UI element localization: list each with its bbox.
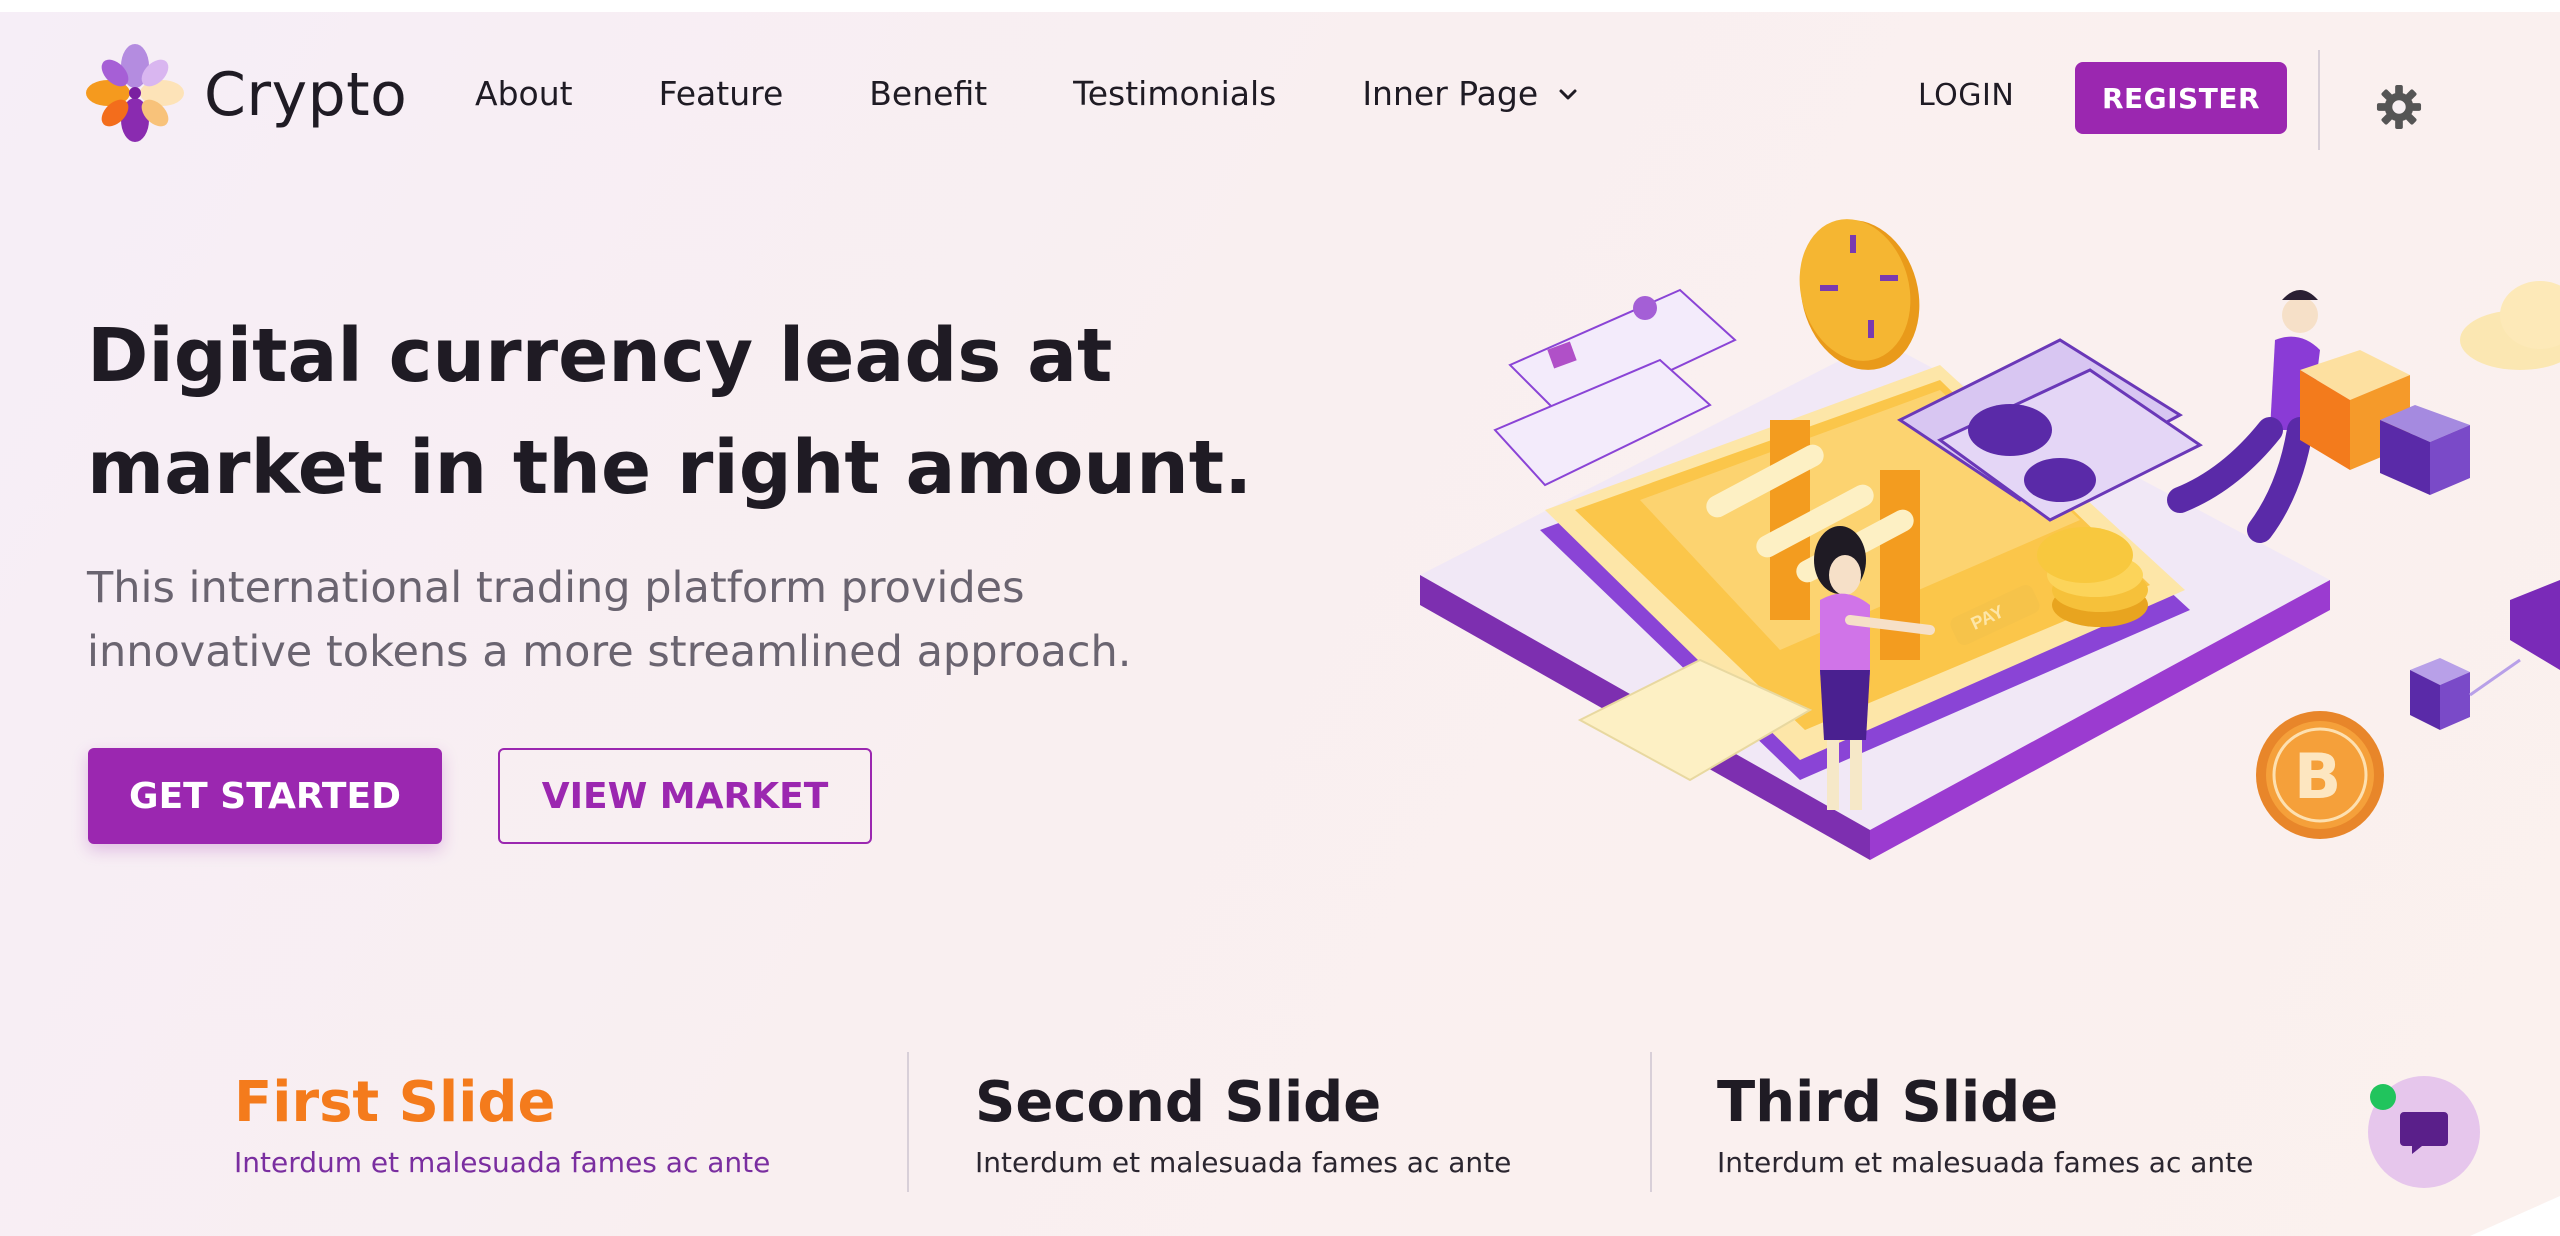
slide-text: Interdum et malesuada fames ac ante: [234, 1146, 771, 1179]
hero-title: Digital currency leads at market in the …: [87, 300, 1367, 524]
main-nav: About Feature Benefit Testimonials Inner…: [475, 74, 1666, 113]
nav-label: Inner Page: [1362, 74, 1539, 113]
nav-label: Feature: [658, 74, 784, 113]
corner-decoration: [2470, 1196, 2560, 1236]
hero-title-line: market in the right amount.: [87, 425, 1253, 511]
nav-item-about[interactable]: About: [475, 74, 573, 113]
flower-logo-icon[interactable]: [80, 38, 190, 148]
top-band: [0, 0, 2560, 12]
hero-title-line: Digital currency leads at: [87, 313, 1113, 399]
slide-title: Second Slide: [975, 1070, 1382, 1135]
hero-subtitle-line: This international trading platform prov…: [87, 563, 1025, 613]
hero-illustration: PAY B: [1420, 219, 2560, 860]
slide-title: First Slide: [234, 1070, 556, 1135]
nav-item-inner-page[interactable]: Inner Page: [1362, 74, 1580, 113]
nav-label: About: [475, 74, 573, 113]
slide-tab-first[interactable]: First Slide Interdum et malesuada fames …: [234, 1068, 834, 1179]
nav-label: Benefit: [869, 74, 988, 113]
hero-subtitle: This international trading platform prov…: [87, 556, 1287, 684]
get-started-button[interactable]: GET STARTED: [88, 748, 442, 844]
slide-text: Interdum et malesuada fames ac ante: [975, 1146, 1512, 1179]
view-market-button[interactable]: VIEW MARKET: [498, 748, 872, 844]
svg-text:B: B: [2294, 740, 2341, 813]
bitcoin-coin-icon: B: [2256, 711, 2384, 839]
chat-bubble-icon: [2400, 1112, 2448, 1154]
slide-divider: [907, 1052, 909, 1192]
slide-tab-second[interactable]: Second Slide Interdum et malesuada fames…: [975, 1068, 1575, 1179]
slide-tab-third[interactable]: Third Slide Interdum et malesuada fames …: [1717, 1068, 2317, 1179]
nav-label: Testimonials: [1073, 74, 1277, 113]
slide-title: Third Slide: [1717, 1070, 2059, 1135]
nav-item-benefit[interactable]: Benefit: [869, 74, 987, 113]
nav-item-feature[interactable]: Feature: [659, 74, 784, 113]
gear-icon[interactable]: [2376, 84, 2422, 130]
online-status-dot: [2370, 1084, 2396, 1110]
brand-name[interactable]: Crypto: [204, 60, 407, 130]
cloud-icon: [2460, 281, 2560, 370]
register-button[interactable]: REGISTER: [2075, 62, 2287, 134]
chevron-down-icon: [1559, 89, 1577, 99]
clock-icon: [1799, 219, 1920, 370]
header-divider: [2318, 50, 2320, 150]
hero-subtitle-line: innovative tokens a more streamlined app…: [87, 627, 1132, 677]
person-carrying-box: [2167, 290, 2470, 543]
site-header: Crypto About Feature Benefit Testimonial…: [0, 12, 2560, 184]
slide-divider: [1650, 1052, 1652, 1192]
nav-item-testimonials[interactable]: Testimonials: [1073, 74, 1276, 113]
slide-text: Interdum et malesuada fames ac ante: [1717, 1146, 2254, 1179]
login-link[interactable]: LOGIN: [1918, 78, 2014, 113]
